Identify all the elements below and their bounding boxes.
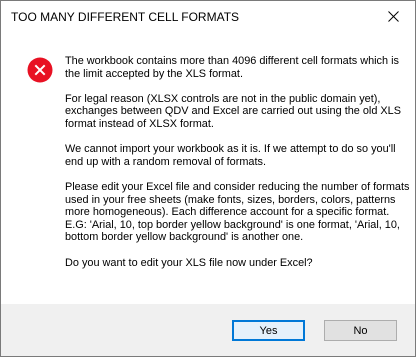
error-icon xyxy=(27,57,53,83)
no-button[interactable]: No xyxy=(324,320,397,341)
dialog-content: The workbook contains more than 4096 dif… xyxy=(1,31,415,304)
title-bar[interactable]: TOO MANY DIFFERENT CELL FORMATS xyxy=(1,1,415,31)
button-bar: Yes No xyxy=(1,304,415,356)
dialog-window: TOO MANY DIFFERENT CELL FORMATS The work… xyxy=(0,0,416,357)
close-button[interactable] xyxy=(371,1,415,31)
message-text: The workbook contains more than 4096 dif… xyxy=(65,55,410,269)
message-paragraph-3: We cannot import your workbook as it is.… xyxy=(65,143,396,168)
message-paragraph-4: Please edit your Excel file and consider… xyxy=(65,180,410,244)
message-paragraph-1: The workbook contains more than 4096 dif… xyxy=(65,55,399,80)
close-icon xyxy=(387,10,399,22)
dialog-title: TOO MANY DIFFERENT CELL FORMATS xyxy=(11,10,240,24)
message-paragraph-2: For legal reason (XLSX controls are not … xyxy=(65,92,401,130)
yes-button[interactable]: Yes xyxy=(232,320,305,341)
message-paragraph-5: Do you want to edit your XLS file now un… xyxy=(65,256,313,269)
